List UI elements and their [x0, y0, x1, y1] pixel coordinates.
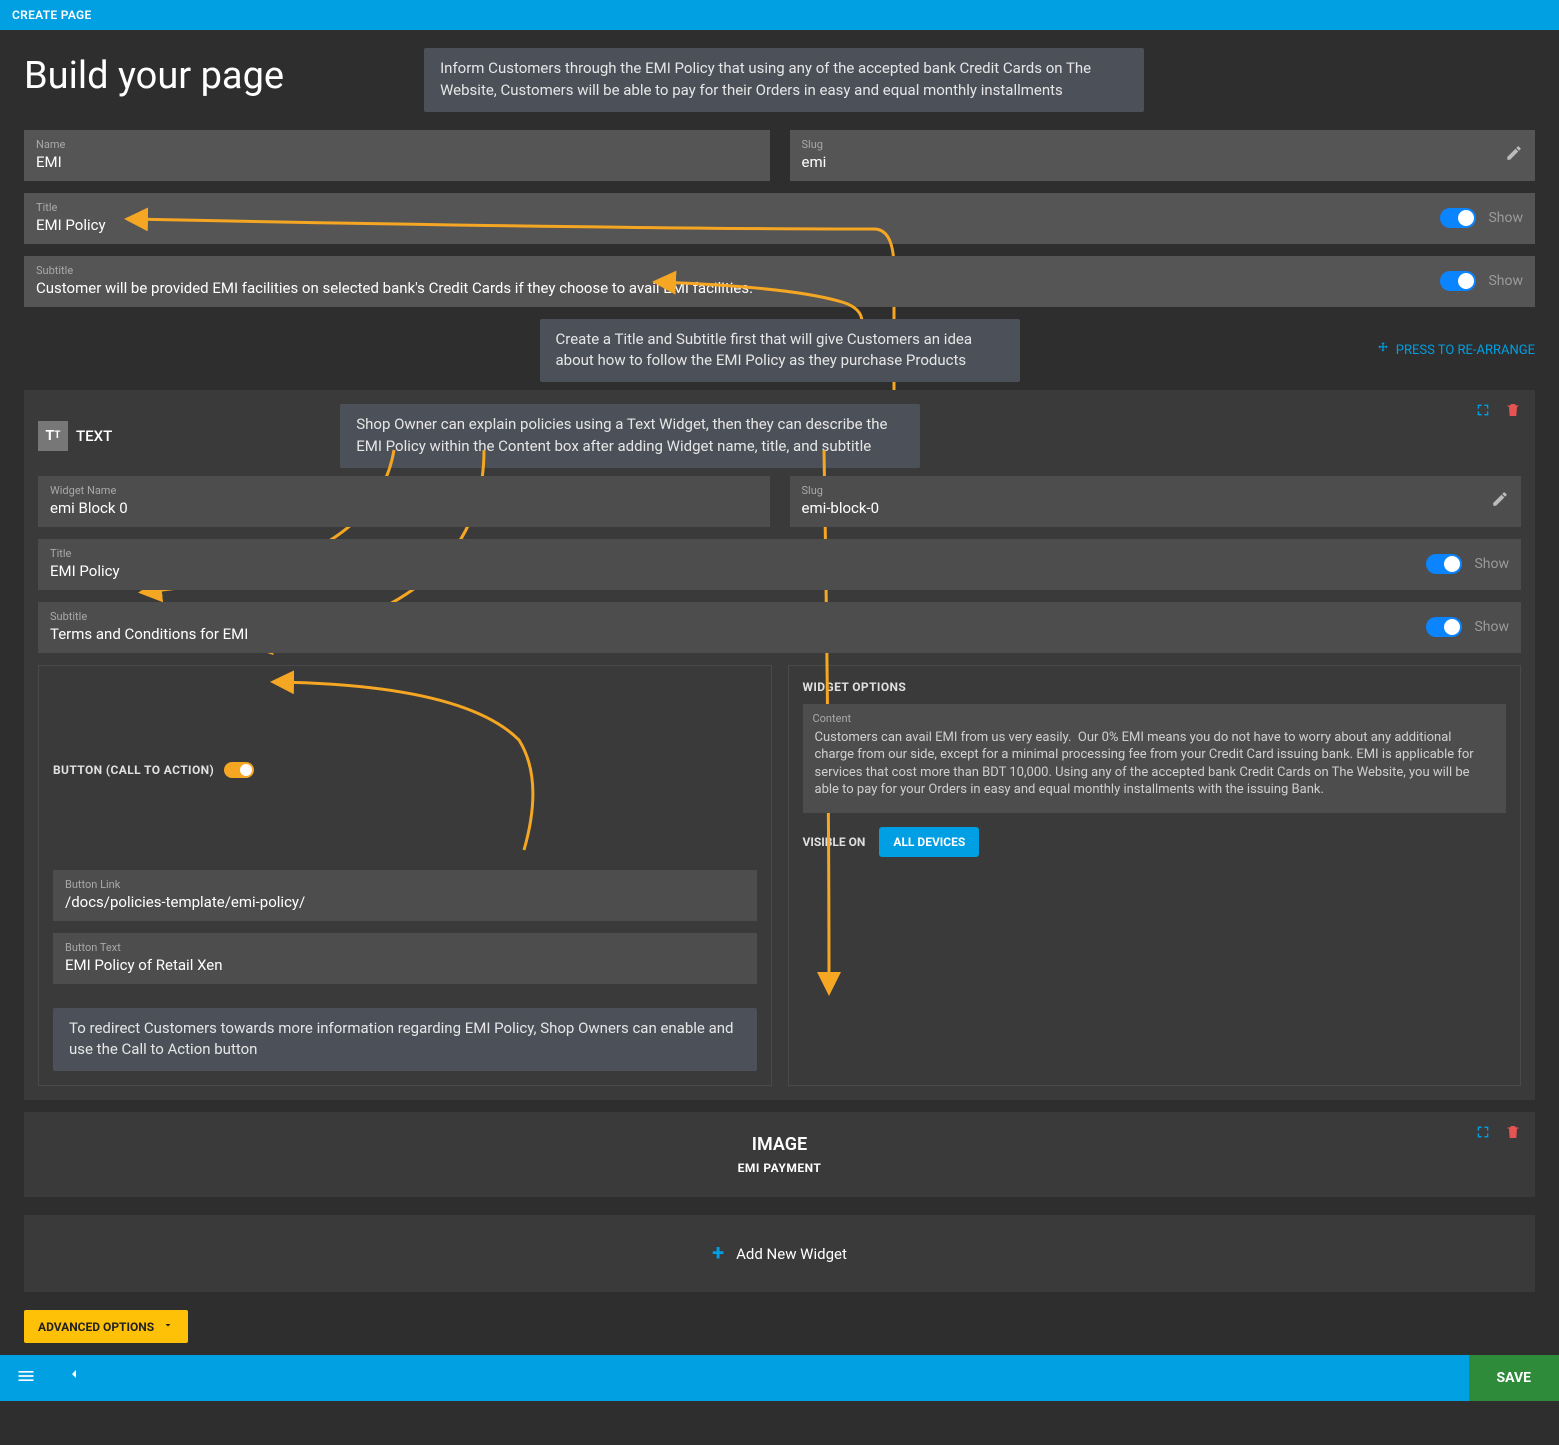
widget-slug-label: Slug — [802, 484, 1510, 497]
button-text-value: EMI Policy of Retail Xen — [65, 956, 223, 974]
widget-title-show-label: Show — [1474, 556, 1509, 572]
subtitle-value: Customer will be provided EMI facilities… — [36, 279, 753, 297]
widget-title-label: Title — [50, 547, 1381, 560]
text-widget: TT TEXT Shop Owner can explain policies … — [24, 390, 1535, 1100]
top-banner: CREATE PAGE — [0, 0, 1559, 30]
widget-name-field[interactable]: Widget Name emi Block 0 — [38, 476, 770, 527]
widget-slug-value: emi-block-0 — [802, 499, 880, 517]
subtitle-field[interactable]: Subtitle Customer will be provided EMI f… — [24, 256, 1535, 307]
widget-subtitle-label: Subtitle — [50, 610, 1381, 623]
back-icon[interactable] — [66, 1366, 82, 1390]
widget-name-value: emi Block 0 — [50, 499, 128, 517]
move-icon — [1376, 341, 1390, 359]
callout-top: Inform Customers through the EMI Policy … — [424, 48, 1144, 112]
plus-icon: + — [712, 1241, 724, 1266]
title-show-label: Show — [1488, 210, 1523, 226]
widget-options-header: WIDGET OPTIONS — [803, 680, 1507, 694]
name-value: EMI — [36, 153, 62, 171]
button-text-field[interactable]: Button Text EMI Policy of Retail Xen — [53, 933, 757, 984]
slug-label: Slug — [802, 138, 1524, 151]
title-value: EMI Policy — [36, 216, 106, 234]
title-label: Title — [36, 201, 1395, 214]
image-widget: IMAGE EMI PAYMENT — [24, 1112, 1535, 1197]
content-textarea[interactable] — [813, 727, 1497, 799]
pencil-icon[interactable] — [1491, 490, 1509, 512]
slug-field[interactable]: Slug emi — [790, 130, 1536, 181]
expand-icon[interactable] — [1475, 402, 1491, 422]
add-widget-button[interactable]: + Add New Widget — [24, 1215, 1535, 1292]
advanced-options-button[interactable]: ADVANCED OPTIONS — [24, 1310, 188, 1343]
title-show-toggle[interactable] — [1440, 208, 1476, 228]
page-title: Build your page — [24, 54, 284, 98]
widget-slug-field[interactable]: Slug emi-block-0 — [790, 476, 1522, 527]
text-type-icon: TT — [38, 421, 68, 451]
advanced-options-label: ADVANCED OPTIONS — [38, 1320, 154, 1334]
widget-subtitle-show-label: Show — [1474, 619, 1509, 635]
pencil-icon[interactable] — [1505, 144, 1523, 166]
visible-on-pill[interactable]: ALL DEVICES — [879, 827, 979, 857]
cta-panel: BUTTON (CALL TO ACTION) Button Link /doc… — [38, 665, 772, 1087]
widget-name-label: Widget Name — [50, 484, 758, 497]
widget-options-panel: WIDGET OPTIONS Content VISIBLE ON ALL DE… — [788, 665, 1522, 1087]
visible-on-label: VISIBLE ON — [803, 835, 866, 849]
subtitle-show-toggle[interactable] — [1440, 271, 1476, 291]
widget-subtitle-value: Terms and Conditions for EMI — [50, 625, 248, 643]
image-widget-title: IMAGE — [38, 1134, 1521, 1155]
widget-subtitle-field[interactable]: Subtitle Terms and Conditions for EMI Sh… — [38, 602, 1521, 653]
subtitle-label: Subtitle — [36, 264, 1395, 277]
slug-value: emi — [802, 153, 827, 171]
delete-icon[interactable] — [1505, 402, 1521, 422]
delete-icon[interactable] — [1505, 1124, 1521, 1144]
button-link-value: /docs/policies-template/emi-policy/ — [65, 893, 305, 911]
chevron-down-icon — [162, 1319, 174, 1334]
button-link-label: Button Link — [65, 878, 745, 891]
name-label: Name — [36, 138, 758, 151]
add-widget-label: Add New Widget — [736, 1245, 847, 1263]
callout-mid: Create a Title and Subtitle first that w… — [540, 319, 1020, 383]
cta-header: BUTTON (CALL TO ACTION) — [53, 763, 214, 777]
callout-cta: To redirect Customers towards more infor… — [53, 1008, 757, 1072]
press-rearrange-link[interactable]: PRESS TO RE-ARRANGE — [1376, 341, 1535, 359]
callout-widget: Shop Owner can explain policies using a … — [340, 404, 920, 468]
widget-title-field[interactable]: Title EMI Policy Show — [38, 539, 1521, 590]
content-label: Content — [813, 712, 1497, 725]
widget-title-show-toggle[interactable] — [1426, 554, 1462, 574]
cta-toggle[interactable] — [224, 762, 254, 778]
subtitle-show-label: Show — [1488, 273, 1523, 289]
button-text-label: Button Text — [65, 941, 745, 954]
image-widget-subtitle: EMI PAYMENT — [38, 1161, 1521, 1175]
widget-title-value: EMI Policy — [50, 562, 120, 580]
title-field[interactable]: Title EMI Policy Show — [24, 193, 1535, 244]
expand-icon[interactable] — [1475, 1124, 1491, 1144]
button-link-field[interactable]: Button Link /docs/policies-template/emi-… — [53, 870, 757, 921]
press-rearrange-text: PRESS TO RE-ARRANGE — [1396, 343, 1535, 358]
name-field[interactable]: Name EMI — [24, 130, 770, 181]
widget-subtitle-show-toggle[interactable] — [1426, 617, 1462, 637]
menu-icon[interactable] — [16, 1366, 36, 1390]
widget-type-label: TEXT — [76, 427, 112, 445]
save-button[interactable]: SAVE — [1469, 1355, 1559, 1401]
